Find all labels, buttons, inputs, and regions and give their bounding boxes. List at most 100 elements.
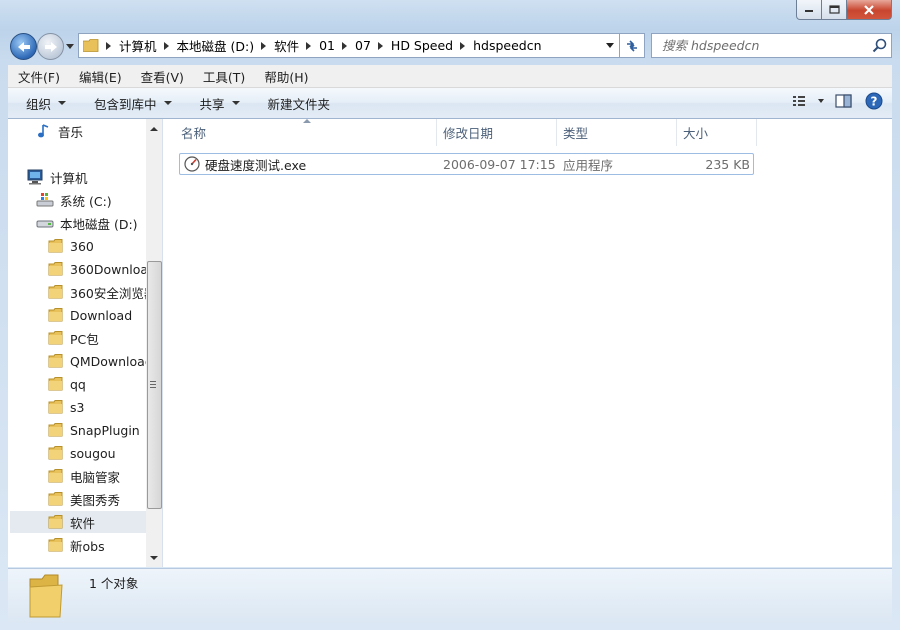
scrollbar-grip-icon — [150, 381, 156, 390]
menu-file[interactable]: 文件(F) — [8, 67, 69, 86]
nav-folder-snapplugin[interactable]: SnapPlugin — [48, 419, 152, 441]
nav-folder-software[interactable]: 软件 — [10, 511, 146, 533]
nav-item-music[interactable]: 音乐 — [36, 120, 154, 142]
nav-label: 软件 — [70, 515, 96, 531]
details-pane: 1 个对象 — [8, 568, 892, 623]
nav-folder-sougou[interactable]: sougou — [48, 442, 152, 464]
nav-label: 360 — [70, 238, 94, 254]
nav-folder-pc-manager[interactable]: 电脑管家 — [48, 465, 152, 487]
folder-icon — [48, 354, 63, 368]
new-folder-button[interactable]: 新建文件夹 — [250, 94, 341, 113]
navigation-pane: 音乐 计算机 系统 (C:) 本地磁盘 (D:) 360 360Download… — [8, 119, 163, 567]
file-size: 235 KB — [705, 156, 750, 172]
view-controls: ? — [792, 92, 884, 110]
breadcrumb-computer[interactable]: 计算机 — [119, 34, 177, 57]
explorer-window: 计算机 本地磁盘 (D:) 软件 01 07 HD Speed hdspeedc… — [0, 0, 900, 630]
column-date[interactable]: 修改日期 — [437, 119, 557, 146]
file-type: 应用程序 — [563, 157, 614, 173]
nav-folder-qq[interactable]: qq — [48, 373, 152, 395]
folder-icon — [48, 239, 63, 253]
chevron-down-icon — [163, 101, 172, 105]
folder-icon — [48, 331, 63, 345]
refresh-button[interactable] — [620, 33, 645, 58]
svg-text:?: ? — [871, 95, 878, 109]
breadcrumb-hdspeedcn[interactable]: hdspeedcn — [473, 34, 541, 57]
nav-item-system-c[interactable]: 系统 (C:) — [36, 189, 154, 211]
search-icon[interactable] — [872, 38, 887, 53]
share-button[interactable]: 共享 — [182, 94, 250, 113]
nav-item-local-d[interactable]: 本地磁盘 (D:) — [36, 212, 154, 234]
folder-icon — [48, 515, 63, 529]
help-button[interactable]: ? — [864, 92, 884, 110]
music-note-icon — [38, 124, 49, 138]
column-size[interactable]: 大小 — [677, 119, 757, 146]
folder-icon — [48, 469, 63, 483]
nav-folder-newobs[interactable]: 新obs — [48, 534, 152, 556]
back-button[interactable] — [10, 33, 37, 60]
change-view-button[interactable] — [792, 94, 824, 108]
folder-icon — [48, 400, 63, 414]
minimize-icon — [805, 9, 813, 12]
file-row[interactable]: 硬盘速度测试.exe 2006-09-07 17:15 应用程序 235 KB — [179, 153, 754, 175]
nav-folder-pc[interactable]: PC包 — [48, 327, 152, 349]
preview-pane-button[interactable] — [834, 93, 854, 109]
speedometer-icon — [184, 156, 200, 172]
nav-folder-meitu[interactable]: 美图秀秀 — [48, 488, 152, 510]
menu-bar: 文件(F) 编辑(E) 查看(V) 工具(T) 帮助(H) — [8, 65, 892, 88]
close-button[interactable] — [847, 0, 892, 20]
nav-scrollbar[interactable] — [146, 119, 162, 567]
scroll-down-arrow[interactable] — [150, 556, 158, 560]
breadcrumb-hd-speed[interactable]: HD Speed — [391, 34, 473, 57]
breadcrumb-01[interactable]: 01 — [319, 34, 355, 57]
nav-folder-s3[interactable]: s3 — [48, 396, 152, 418]
address-dropdown[interactable] — [606, 43, 614, 48]
menu-edit[interactable]: 编辑(E) — [69, 67, 131, 86]
folder-icon — [48, 492, 63, 506]
folder-icon — [48, 423, 63, 437]
breadcrumb-root-arrow[interactable] — [103, 34, 119, 57]
search-input[interactable] — [660, 37, 874, 54]
nav-label: 本地磁盘 (D:) — [60, 216, 138, 232]
organize-button[interactable]: 组织 — [8, 94, 76, 113]
refresh-icon — [627, 39, 637, 52]
command-bar: 组织 包含到库中 共享 新建文件夹 ? — [8, 88, 892, 119]
file-name: 硬盘速度测试.exe — [205, 157, 307, 173]
minimize-button[interactable] — [796, 0, 822, 20]
nav-folder-qmdownload[interactable]: QMDownload — [48, 350, 152, 372]
close-icon — [864, 4, 874, 15]
forward-button[interactable] — [37, 33, 64, 60]
address-bar[interactable]: 计算机 本地磁盘 (D:) 软件 01 07 HD Speed hdspeedc… — [78, 33, 620, 58]
menu-help[interactable]: 帮助(H) — [254, 67, 317, 86]
breadcrumb-07[interactable]: 07 — [355, 34, 391, 57]
nav-label: 电脑管家 — [70, 469, 121, 485]
nav-item-computer[interactable]: 计算机 — [26, 166, 154, 188]
nav-folder-download[interactable]: Download — [48, 304, 152, 326]
search-box[interactable] — [651, 33, 892, 58]
file-name-cell: 硬盘速度测试.exe — [184, 154, 306, 174]
column-name[interactable]: 名称 — [175, 119, 437, 146]
maximize-button[interactable] — [822, 0, 847, 20]
nav-label: 新obs — [70, 538, 105, 554]
column-type[interactable]: 类型 — [557, 119, 677, 146]
nav-folder-360[interactable]: 360 — [48, 235, 152, 257]
folder-icon — [48, 446, 63, 460]
folder-icon — [48, 377, 63, 391]
breadcrumb-software[interactable]: 软件 — [274, 34, 319, 57]
recent-pages-dropdown[interactable] — [65, 40, 75, 52]
organize-label: 组织 — [26, 96, 52, 112]
menu-tools[interactable]: 工具(T) — [193, 67, 254, 86]
item-count: 1 个对象 — [89, 576, 139, 591]
scroll-up-arrow[interactable] — [150, 127, 158, 131]
nav-folder-360download[interactable]: 360Download — [48, 258, 152, 280]
nav-label: 计算机 — [50, 170, 88, 186]
breadcrumb-drive-d[interactable]: 本地磁盘 (D:) — [177, 34, 275, 57]
include-library-button[interactable]: 包含到库中 — [76, 94, 182, 113]
menu-view[interactable]: 查看(V) — [131, 67, 193, 86]
share-label: 共享 — [199, 96, 225, 112]
drive-icon — [36, 220, 54, 228]
preview-pane-icon — [835, 94, 852, 108]
nav-folder-360-browser[interactable]: 360安全浏览器 — [48, 281, 152, 303]
nav-label: qq — [70, 376, 86, 392]
nav-label: 360Download — [70, 261, 152, 277]
include-library-label: 包含到库中 — [94, 96, 157, 112]
